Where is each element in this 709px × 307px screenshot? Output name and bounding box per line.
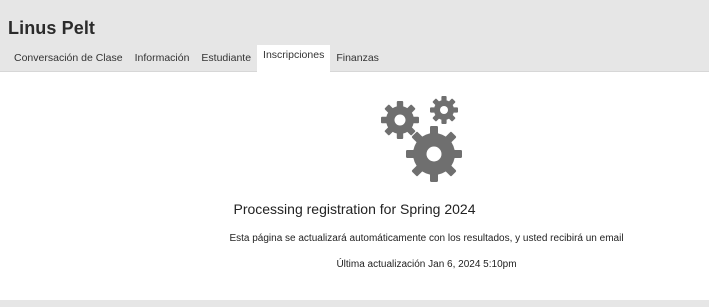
- tab-finances[interactable]: Finanzas: [330, 49, 385, 72]
- gears-icon: [381, 96, 462, 182]
- tab-student[interactable]: Estudiante: [195, 49, 257, 72]
- main-content: Processing registration for Spring 2024 …: [0, 72, 709, 300]
- tab-bar: Conversación de Clase Información Estudi…: [8, 45, 385, 73]
- footer-strip: [0, 300, 709, 307]
- last-updated-text: Última actualización Jan 6, 2024 5:10pm: [336, 259, 517, 270]
- page-header: Linus Pelt Conversación de Clase Informa…: [0, 0, 709, 73]
- tab-registrations[interactable]: Inscripciones: [257, 45, 331, 73]
- gear-large-icon: [406, 126, 462, 182]
- auto-refresh-message: Esta página se actualizará automáticamen…: [229, 233, 624, 244]
- student-name-title: Linus Pelt: [8, 18, 96, 38]
- gear-tiny-right-icon: [430, 96, 458, 124]
- tab-information[interactable]: Información: [129, 49, 196, 72]
- gear-small-left-icon: [381, 101, 419, 139]
- tab-class-conversation[interactable]: Conversación de Clase: [8, 49, 129, 72]
- processing-heading: Processing registration for Spring 2024: [233, 201, 476, 217]
